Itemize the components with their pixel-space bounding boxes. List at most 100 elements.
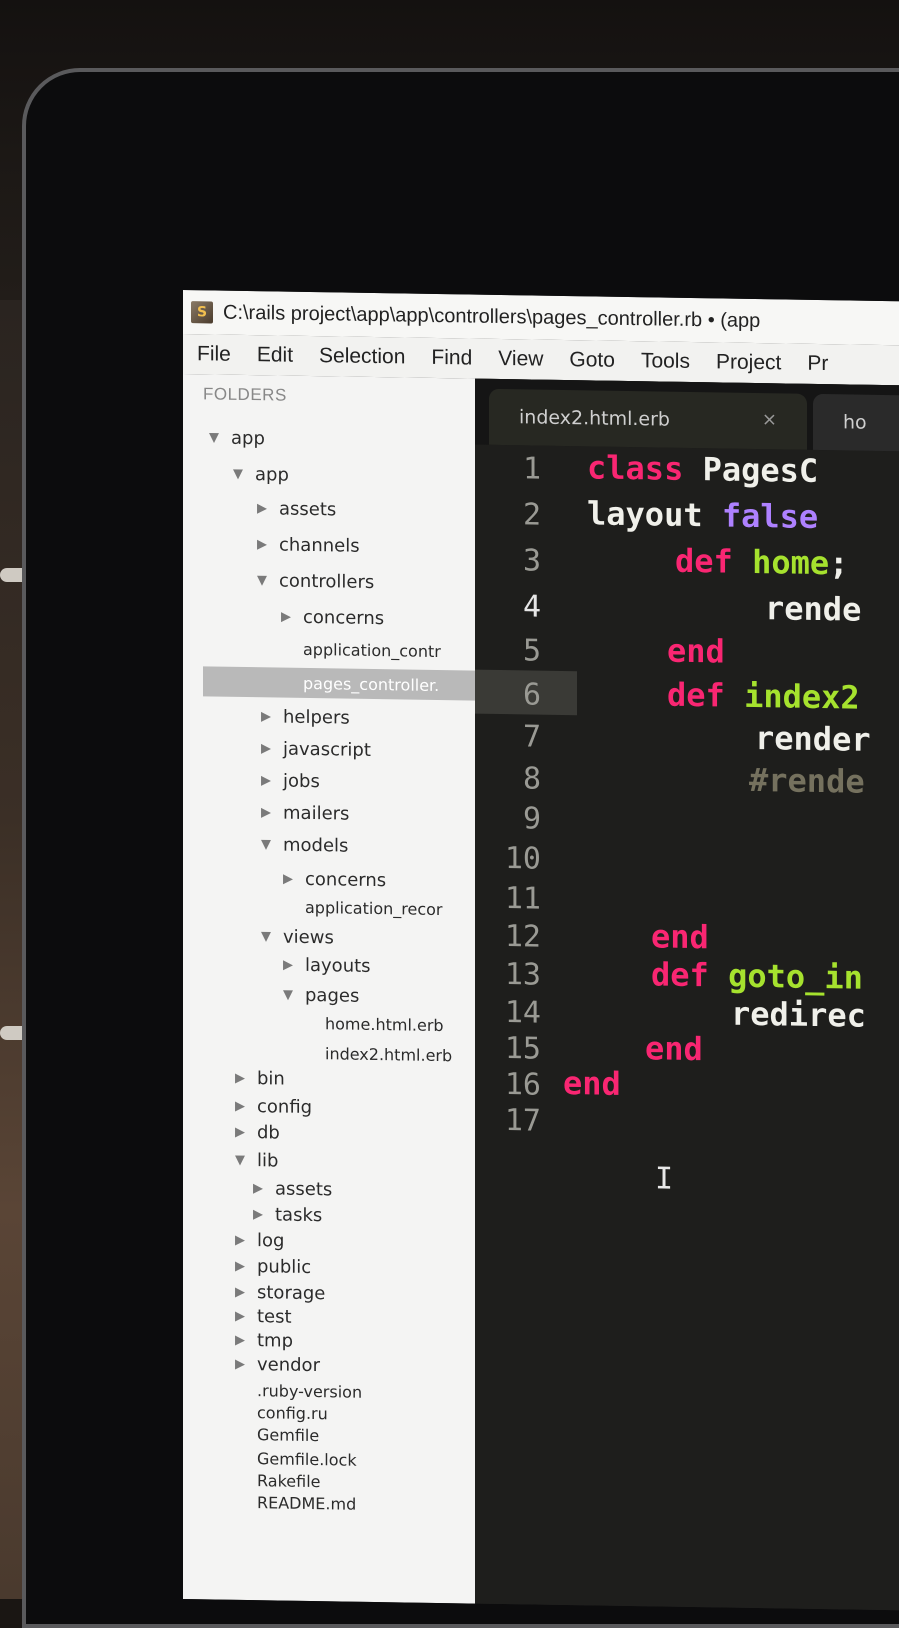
folder-item[interactable]: ▼pages [279, 980, 359, 1011]
expanded-arrow-icon[interactable]: ▼ [205, 430, 223, 445]
file-item[interactable]: index2.html.erb [299, 1038, 452, 1070]
code-line: render [755, 719, 871, 759]
menu-item-selection[interactable]: Selection [305, 344, 417, 370]
tree-item-label: lib [257, 1150, 278, 1171]
menu-item-pr[interactable]: Pr [793, 352, 840, 377]
code-token: def [675, 542, 733, 581]
code-token: PagesC [683, 450, 818, 490]
collapsed-arrow-icon[interactable]: ▶ [257, 805, 275, 820]
folder-item[interactable]: ▼ app [229, 459, 289, 490]
tree-item-label: views [283, 926, 334, 948]
collapsed-arrow-icon[interactable]: ▶ [231, 1284, 249, 1299]
expanded-arrow-icon[interactable]: ▼ [257, 929, 275, 944]
tree-item-label: vendor [257, 1354, 320, 1376]
collapsed-arrow-icon[interactable]: ▶ [231, 1308, 249, 1323]
menu-item-file[interactable]: File [183, 342, 243, 367]
code-editor[interactable]: index2.html.erb × ho 1234567891011121314… [475, 379, 899, 1611]
tree-item-label: models [283, 834, 348, 856]
collapsed-arrow-icon[interactable]: ▶ [257, 709, 275, 724]
collapsed-arrow-icon[interactable]: ▶ [231, 1070, 249, 1085]
expanded-arrow-icon[interactable]: ▼ [279, 987, 297, 1002]
sublime-text-icon: S [191, 301, 213, 323]
code-token: end [667, 632, 725, 671]
sidebar: FOLDERS ▼app▼app▶assets▶channels▼control… [183, 374, 475, 1604]
line-number: 1 [523, 451, 541, 486]
code-token: end [563, 1064, 621, 1103]
folder-item[interactable]: ▼ views [257, 921, 334, 952]
line-number: 15 [505, 1031, 541, 1067]
line-number: 3 [523, 543, 541, 578]
folder-item[interactable]: ▶layouts [279, 950, 371, 981]
collapsed-arrow-icon[interactable]: ▶ [257, 741, 275, 756]
line-number: 2 [523, 497, 541, 532]
code-token: index2 [744, 677, 860, 717]
collapsed-arrow-icon[interactable]: ▶ [231, 1258, 249, 1273]
tree-item-label: tmp [257, 1330, 293, 1352]
collapsed-arrow-icon[interactable]: ▶ [277, 609, 295, 624]
tree-item-label: application_recor [305, 897, 443, 918]
tree-item-label: helpers [283, 706, 350, 728]
menu-item-tools[interactable]: Tools [627, 349, 702, 374]
code-area[interactable]: class PagesClayout falsedef home;rendeen… [579, 446, 899, 1610]
tab-home[interactable]: ho [813, 394, 899, 452]
collapsed-arrow-icon[interactable]: ▶ [231, 1098, 249, 1113]
collapsed-arrow-icon[interactable]: ▶ [249, 1207, 267, 1222]
folder-item[interactable]: ▶mailers [257, 797, 349, 828]
code-token [733, 543, 752, 581]
collapsed-arrow-icon[interactable]: ▶ [231, 1124, 249, 1139]
file-item[interactable]: application_recor [279, 892, 443, 925]
menu-item-edit[interactable]: Edit [243, 343, 305, 368]
file-item[interactable]: README.md [231, 1487, 356, 1519]
collapsed-arrow-icon[interactable]: ▶ [231, 1232, 249, 1247]
code-line: class PagesC [587, 448, 818, 490]
collapsed-arrow-icon[interactable]: ▶ [231, 1332, 249, 1347]
folder-item[interactable]: ▶javascript [257, 733, 371, 765]
folder-item[interactable]: ▼ controllers [253, 565, 374, 597]
code-token: home [752, 543, 829, 582]
folder-item[interactable]: ▶concerns [279, 864, 386, 896]
collapsed-arrow-icon[interactable]: ▶ [279, 871, 297, 886]
tree-item-label: bin [257, 1068, 285, 1089]
expanded-arrow-icon[interactable]: ▼ [229, 466, 247, 481]
collapsed-arrow-icon[interactable]: ▶ [279, 957, 297, 972]
line-number: 5 [523, 633, 541, 668]
collapsed-arrow-icon[interactable]: ▶ [253, 501, 271, 516]
menu-item-view[interactable]: View [484, 347, 555, 372]
folder-item[interactable]: ▼ lib [231, 1145, 278, 1176]
folder-item[interactable]: ▶concerns [277, 601, 384, 633]
collapsed-arrow-icon[interactable]: ▶ [231, 1356, 249, 1371]
expanded-arrow-icon[interactable]: ▼ [231, 1152, 249, 1167]
menu-item-find[interactable]: Find [417, 346, 484, 371]
menu-item-project[interactable]: Project [702, 350, 793, 375]
collapsed-arrow-icon[interactable]: ▶ [257, 773, 275, 788]
folder-item[interactable]: ▶db [231, 1117, 280, 1148]
folder-item[interactable]: ▼ models [257, 829, 348, 860]
menu-item-goto[interactable]: Goto [555, 348, 627, 373]
collapsed-arrow-icon[interactable]: ▶ [249, 1181, 267, 1196]
line-number: 12 [505, 919, 541, 955]
close-icon[interactable]: × [762, 409, 777, 430]
folder-item[interactable]: ▶ helpers [257, 701, 350, 732]
folder-item[interactable]: ▶jobs [257, 765, 320, 796]
line-number: 17 [505, 1103, 541, 1139]
tab-index2-html-erb[interactable]: index2.html.erb × [489, 389, 807, 450]
folder-item[interactable]: ▶ bin [231, 1063, 285, 1094]
line-number: 13 [505, 957, 541, 993]
tab-label: ho [813, 411, 867, 434]
folder-item[interactable]: ▶assets [253, 493, 336, 524]
line-number: 8 [523, 761, 541, 796]
expanded-arrow-icon[interactable]: ▼ [253, 573, 271, 588]
tree-item-label: app [255, 464, 289, 486]
folder-item[interactable]: ▼app [205, 422, 265, 453]
code-token: #rende [749, 761, 865, 801]
tree-item-label: controllers [279, 570, 374, 592]
file-item[interactable]: home.html.erb [299, 1008, 444, 1040]
tree-item-label: Gemfile [257, 1425, 319, 1445]
file-item[interactable]: application_contr [277, 633, 441, 666]
expanded-arrow-icon[interactable]: ▼ [257, 837, 275, 852]
line-number: 4 [523, 589, 541, 624]
tree-item-label: application_contr [303, 639, 441, 660]
folder-item[interactable]: ▶channels [253, 529, 360, 561]
collapsed-arrow-icon[interactable]: ▶ [253, 537, 271, 552]
line-number: 6 [523, 677, 541, 712]
